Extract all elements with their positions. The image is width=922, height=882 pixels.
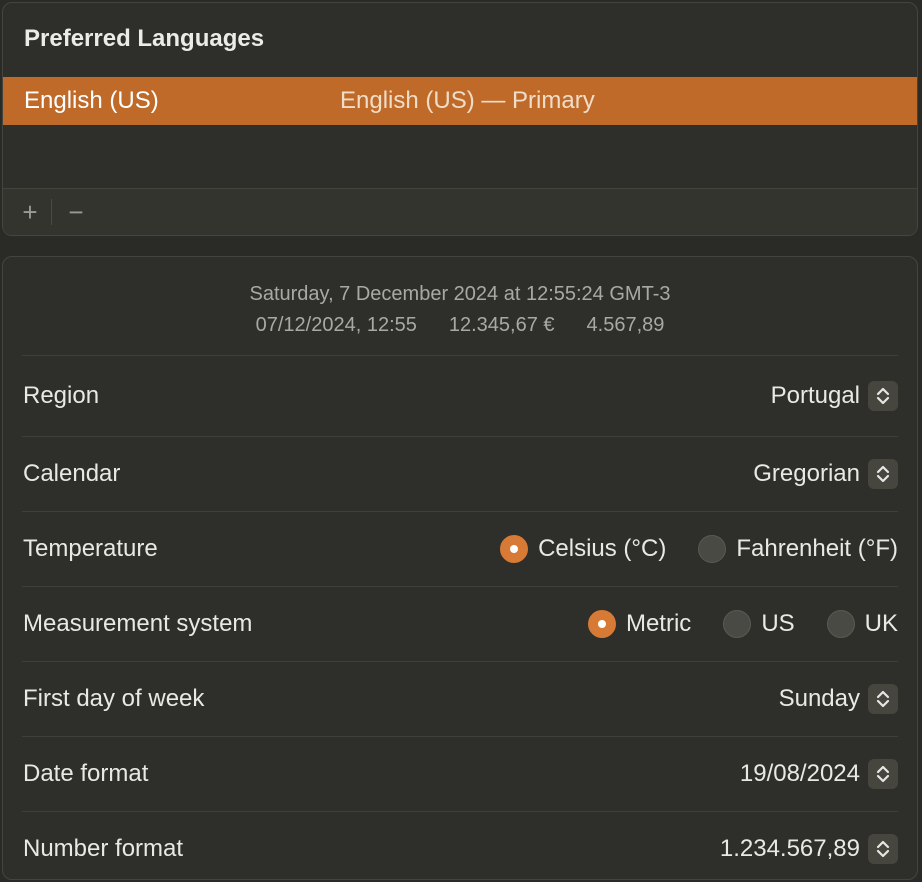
calendar-value: Gregorian	[753, 460, 860, 487]
metric-label: Metric	[625, 610, 692, 637]
number-format-row: Number format 1.234.567,89	[22, 811, 898, 879]
radio-unselected-icon	[826, 610, 855, 638]
us-label: US	[761, 610, 795, 637]
up-down-chevron-icon	[868, 684, 898, 714]
us-radio[interactable]: US	[723, 610, 795, 638]
date-format-label: Date format	[23, 760, 149, 787]
up-down-chevron-icon	[868, 381, 898, 411]
temperature-row: Temperature Celsius (°C) Fahrenheit (°F)	[22, 511, 898, 586]
language-list-toolbar: + −	[3, 188, 917, 235]
calendar-popup[interactable]: Gregorian	[753, 459, 898, 489]
temperature-options: Celsius (°C) Fahrenheit (°F)	[468, 535, 898, 563]
preview-currency: 12.345,67 €	[448, 314, 555, 336]
temperature-label: Temperature	[23, 535, 158, 562]
date-format-value: 19/08/2024	[739, 760, 860, 787]
up-down-chevron-icon	[868, 834, 898, 864]
region-label: Region	[23, 382, 100, 409]
remove-language-button[interactable]: −	[53, 189, 99, 235]
language-description: English (US) — Primary	[340, 87, 595, 114]
region-row: Region Portugal	[22, 355, 898, 436]
preview-number: 4.567,89	[586, 314, 665, 336]
measurement-row: Measurement system Metric US UK	[22, 586, 898, 661]
calendar-row: Calendar Gregorian	[22, 436, 898, 511]
number-format-value: 1.234.567,89	[719, 835, 860, 862]
uk-label: UK	[864, 610, 898, 637]
radio-unselected-icon	[723, 610, 752, 638]
preview-long-date: Saturday, 7 December 2024 at 12:55:24 GM…	[249, 283, 671, 305]
language-row-english-us[interactable]: English (US) English (US) — Primary	[3, 77, 917, 125]
minus-icon: −	[68, 196, 84, 227]
plus-icon: +	[22, 196, 38, 227]
first-day-row: First day of week Sunday	[22, 661, 898, 736]
preferred-languages-panel: Preferred Languages English (US) English…	[2, 2, 918, 236]
region-popup[interactable]: Portugal	[771, 381, 898, 411]
date-format-row: Date format 19/08/2024	[22, 736, 898, 811]
preview-short-date: 07/12/2024, 12:55	[255, 314, 417, 336]
number-format-popup[interactable]: 1.234.567,89	[720, 834, 898, 864]
first-day-value: Sunday	[778, 685, 860, 712]
language-name: English (US)	[24, 87, 159, 114]
preferred-languages-title: Preferred Languages	[24, 25, 265, 52]
number-format-label: Number format	[23, 835, 184, 862]
measurement-label: Measurement system	[23, 610, 253, 637]
first-day-label: First day of week	[23, 685, 205, 712]
up-down-chevron-icon	[868, 759, 898, 789]
date-format-popup[interactable]: 19/08/2024	[740, 759, 898, 789]
radio-selected-icon	[587, 610, 616, 638]
format-preview: Saturday, 7 December 2024 at 12:55:24 GM…	[3, 257, 917, 355]
up-down-chevron-icon	[868, 459, 898, 489]
first-day-popup[interactable]: Sunday	[779, 684, 898, 714]
preview-short-formats: 07/12/2024, 12:55 12.345,67 € 4.567,89	[3, 310, 917, 341]
fahrenheit-radio[interactable]: Fahrenheit (°F)	[698, 535, 898, 563]
uk-radio[interactable]: UK	[826, 610, 898, 638]
measurement-options: Metric US UK	[556, 610, 898, 638]
metric-radio[interactable]: Metric	[587, 610, 692, 638]
add-language-button[interactable]: +	[7, 189, 53, 235]
celsius-radio[interactable]: Celsius (°C)	[500, 535, 666, 563]
region-value: Portugal	[770, 382, 860, 409]
celsius-label: Celsius (°C)	[538, 535, 667, 562]
calendar-label: Calendar	[23, 460, 121, 487]
region-settings-panel: Saturday, 7 December 2024 at 12:55:24 GM…	[2, 256, 918, 880]
fahrenheit-label: Fahrenheit (°F)	[736, 535, 898, 562]
radio-selected-icon	[500, 535, 529, 563]
radio-unselected-icon	[698, 535, 727, 563]
toolbar-divider	[51, 199, 52, 225]
